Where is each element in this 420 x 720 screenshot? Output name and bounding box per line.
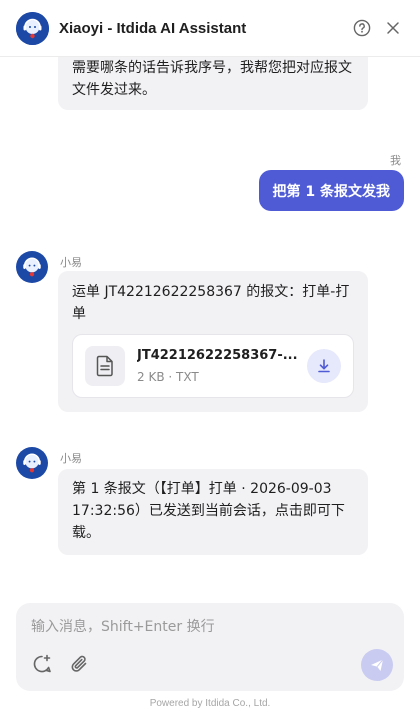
bot-file-message-text: 运单 JT42212622258367 的报文：打单-打单	[72, 284, 350, 322]
user-name: 我	[390, 154, 401, 167]
new-chat-button[interactable]	[30, 652, 54, 676]
attach-file-button[interactable]	[68, 652, 92, 676]
assistant-avatar-icon	[16, 11, 49, 45]
document-icon	[85, 346, 125, 386]
user-message: 把第 1 条报文发我	[258, 170, 404, 211]
bot-confirm-message: 第 1 条报文（【打单】打单 · 2026-09-03 17:32:56）已发送…	[58, 469, 368, 555]
help-button[interactable]	[351, 17, 373, 39]
bot-name: 小易	[60, 452, 82, 465]
chat-messages[interactable]: 需要哪条的话告诉我序号，我帮您把对应报文文件发过来。 我 把第 1 条报文发我 …	[0, 57, 420, 592]
message-composer	[16, 603, 404, 691]
bot-avatar	[16, 251, 48, 283]
download-button[interactable]	[307, 349, 341, 383]
message-input[interactable]	[31, 616, 381, 638]
assistant-avatar-icon	[16, 251, 48, 283]
previous-bot-message: 需要哪条的话告诉我序号，我帮您把对应报文文件发过来。	[58, 57, 368, 110]
send-button[interactable]	[361, 649, 393, 681]
close-icon	[387, 22, 399, 34]
file-name: JT42212622258367-...	[137, 348, 298, 363]
close-button[interactable]	[382, 17, 404, 39]
header-title: Xiaoyi - Itdida AI Assistant	[59, 19, 247, 37]
file-meta: 2 KB · TXT	[137, 370, 199, 384]
download-icon	[318, 359, 330, 373]
bot-name: 小易	[60, 256, 82, 269]
footer-credit: Powered by Itdida Co., Ltd.	[149, 698, 271, 709]
file-info: JT42212622258367-... 2 KB · TXT	[137, 347, 299, 385]
assistant-avatar-icon	[16, 447, 48, 479]
bot-avatar	[16, 447, 48, 479]
bot-file-message: 运单 JT42212622258367 的报文：打单-打单 JT42212622…	[58, 271, 368, 412]
new-chat-icon	[33, 654, 51, 673]
question-circle-icon	[353, 19, 371, 37]
send-icon	[371, 659, 384, 671]
paperclip-icon	[71, 655, 87, 672]
chat-header: Xiaoyi - Itdida AI Assistant	[0, 0, 420, 57]
file-attachment-card[interactable]: JT42212622258367-... 2 KB · TXT	[72, 334, 354, 398]
